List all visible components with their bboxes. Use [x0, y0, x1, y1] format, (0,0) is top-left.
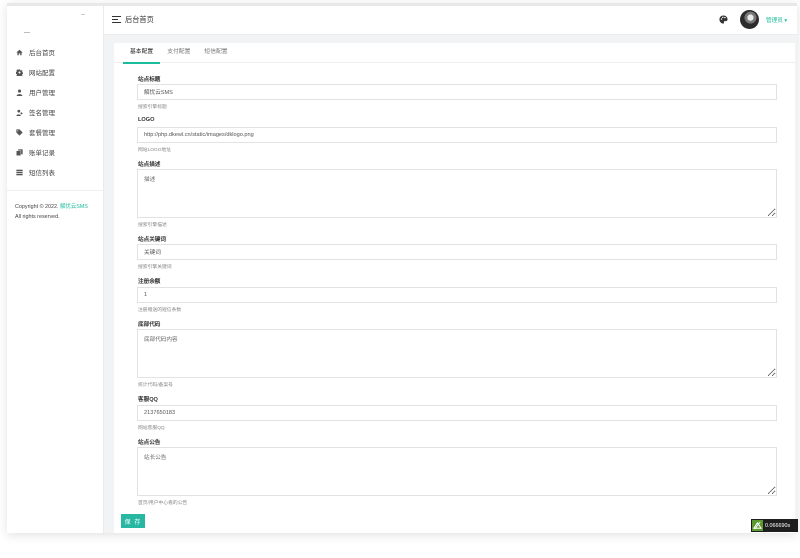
home-icon: [15, 48, 23, 56]
announcement-help: 首页/用户中心看的公告: [138, 501, 188, 506]
sidebar-item-label: 网站配置: [29, 70, 55, 77]
sidebar-logo: [7, 6, 103, 36]
tab-bar: 基本配置 支付配置 短信配置: [114, 43, 795, 64]
logo-url-input[interactable]: [137, 127, 777, 143]
copyright-brand-link[interactable]: 解忧云SMS: [60, 204, 88, 210]
list-icon: [15, 168, 23, 176]
avatar[interactable]: [740, 10, 759, 29]
description-textarea[interactable]: 描述: [137, 169, 777, 218]
sidebar-item-label: 用户管理: [29, 90, 55, 97]
footer-code-label: 底部代码: [138, 322, 161, 328]
settings-card: 基本配置 支付配置 短信配置 站点标题 搜索引擎标题 LOGO 网站LOGO地址…: [114, 43, 795, 533]
sidebar-nav: 后台首页 网站配置 用户管理 签名管理 套餐管理 账单记录 短信列表: [7, 36, 103, 182]
sidebar-item-packages[interactable]: 套餐管理: [7, 122, 103, 142]
copy-icon: [15, 148, 23, 156]
app-window: 后台首页 网站配置 用户管理 签名管理 套餐管理 账单记录 短信列表 Copyr…: [7, 3, 797, 533]
save-button[interactable]: 保 存: [121, 514, 145, 528]
sidebar-item-home[interactable]: 后台首页: [7, 42, 103, 62]
user-icon: [15, 88, 23, 96]
tab-payment-config[interactable]: 支付配置: [160, 43, 197, 62]
announcement-textarea[interactable]: 站长公告: [137, 447, 777, 496]
site-title-help: 搜索引擎标题: [138, 105, 167, 110]
sidebar-item-signatures[interactable]: 签名管理: [7, 102, 103, 122]
sidebar-item-label: 签名管理: [29, 110, 55, 117]
footer-code-textarea[interactable]: 底部代码内容: [137, 329, 777, 378]
sidebar-item-label: 套餐管理: [29, 130, 55, 137]
sidebar-item-label: 账单记录: [29, 150, 55, 157]
footer-code-help: 统计代码/备案号: [138, 383, 173, 388]
tab-sms-config[interactable]: 短信配置: [197, 43, 234, 62]
register-balance-label: 注册余额: [138, 279, 161, 285]
tag-icon: [15, 128, 23, 136]
keywords-label: 站点关键词: [138, 237, 166, 243]
sidebar-divider: [7, 190, 104, 191]
sidebar-item-users[interactable]: 用户管理: [7, 82, 103, 102]
sidebar-item-label: 后台首页: [29, 50, 55, 57]
debug-runtime: 0.066690s: [765, 522, 791, 529]
copyright-prefix: Copyright © 2022.: [15, 204, 59, 210]
description-help: 搜索引擎描述: [138, 223, 167, 228]
logo-help: 网站LOGO地址: [138, 148, 172, 153]
register-balance-input[interactable]: [137, 287, 777, 303]
copyright: Copyright © 2022. 解忧云SMS All rights rese…: [15, 202, 88, 222]
top-header: 后台首页 管理员 ▾: [104, 6, 797, 35]
user-edit-icon: [15, 108, 23, 116]
debug-trace-bar[interactable]: 0.066690s: [751, 519, 798, 532]
user-menu[interactable]: 管理员 ▾: [766, 16, 787, 24]
page-title: 后台首页: [125, 15, 154, 24]
announcement-label: 站点公告: [138, 440, 161, 446]
register-balance-help: 注册赠送的短信条数: [138, 308, 182, 313]
keywords-input[interactable]: [137, 244, 777, 260]
logo-label: LOGO: [138, 117, 155, 123]
menu-toggle-icon[interactable]: [112, 16, 121, 23]
description-label: 站点描述: [138, 162, 161, 168]
tab-basic-config[interactable]: 基本配置: [123, 43, 161, 64]
service-qq-input[interactable]: [137, 405, 777, 421]
sidebar-item-billing[interactable]: 账单记录: [7, 142, 103, 162]
logo-mark: [24, 32, 30, 33]
site-title-input[interactable]: [137, 84, 777, 100]
sidebar-item-sms-list[interactable]: 短信列表: [7, 162, 103, 182]
collapse-mark[interactable]: [81, 14, 85, 15]
trace-logo-icon: [752, 520, 763, 531]
sidebar-item-site-config[interactable]: 网站配置: [7, 62, 103, 82]
sidebar-item-label: 短信列表: [29, 170, 55, 177]
keywords-help: 搜索引擎关键词: [138, 265, 172, 270]
service-qq-help: 网站客服QQ: [138, 426, 165, 431]
copyright-suffix: All rights reserved.: [15, 214, 60, 220]
sidebar: 后台首页 网站配置 用户管理 签名管理 套餐管理 账单记录 短信列表 Copyr…: [7, 6, 104, 533]
palette-icon[interactable]: [719, 15, 728, 24]
gear-icon: [15, 68, 23, 76]
service-qq-label: 客服QQ: [138, 397, 158, 403]
site-title-label: 站点标题: [138, 77, 161, 83]
